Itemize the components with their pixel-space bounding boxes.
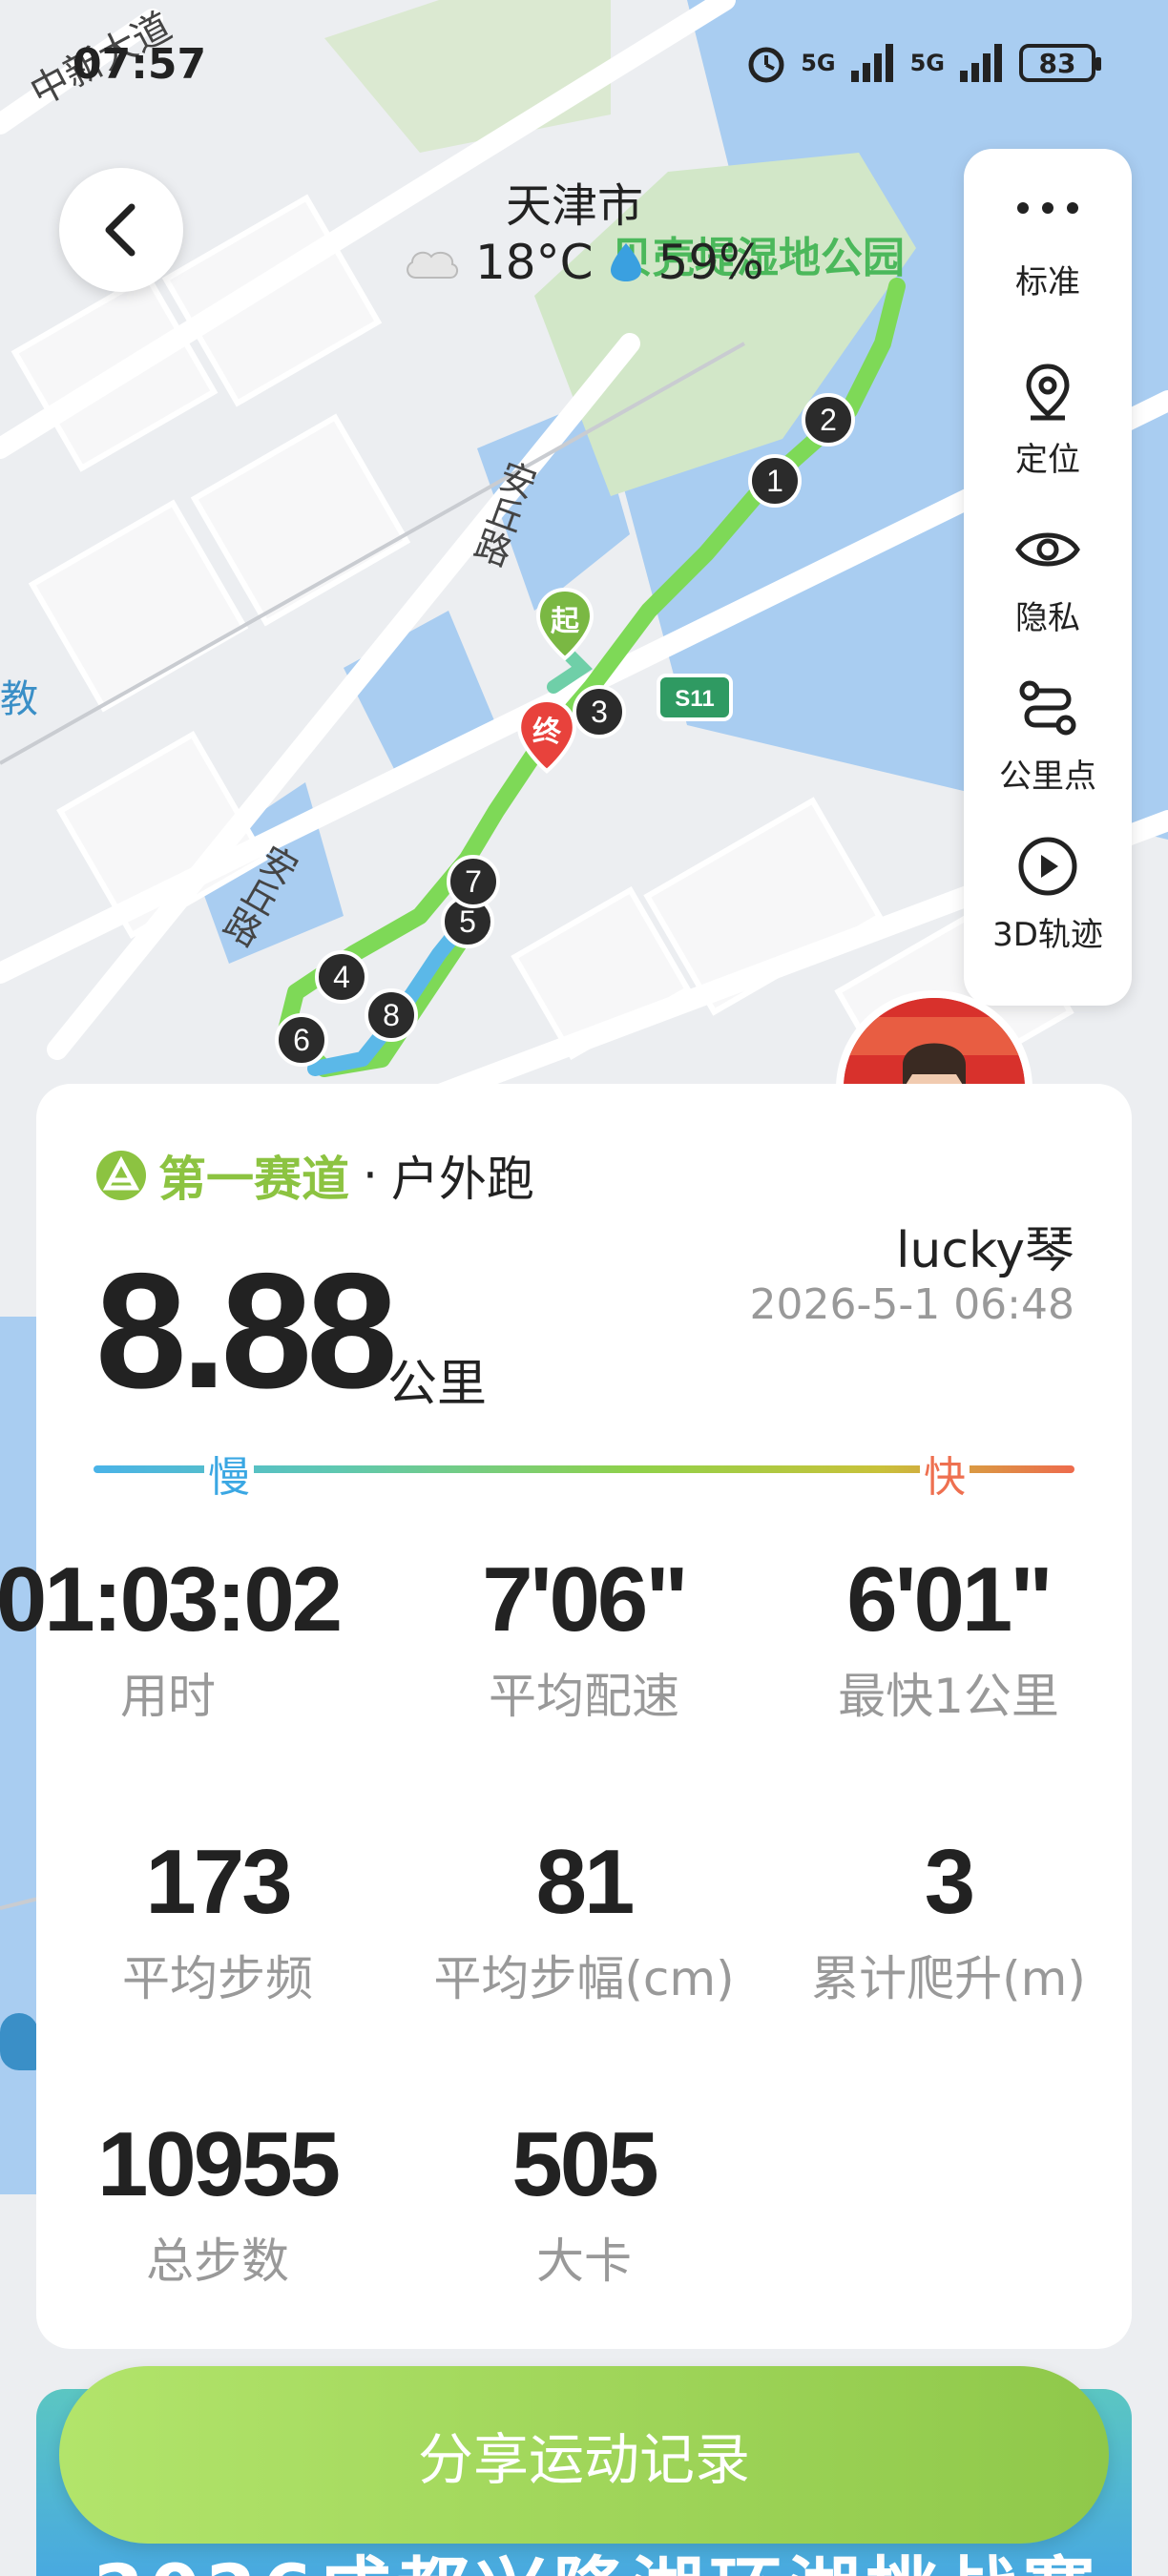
- locate-button[interactable]: 定位: [964, 361, 1132, 480]
- map-style-button[interactable]: 标准: [964, 197, 1132, 302]
- stat-label: 平均步频: [122, 1951, 313, 2006]
- end-marker-label: 终: [532, 716, 561, 749]
- stat-fastest-km: 6'01" 最快1公里: [767, 1548, 1130, 1727]
- signal-bars-icon: [850, 44, 893, 82]
- stat-value: 10955: [97, 2113, 341, 2215]
- km-marker-label: 8: [383, 997, 400, 1032]
- fast-label: 快: [920, 1443, 970, 1504]
- slow-label: 慢: [204, 1443, 254, 1504]
- km-points-label: 公里点: [999, 758, 1096, 796]
- location-pin-icon: [1026, 364, 1070, 421]
- start-marker-label: 起: [551, 605, 579, 638]
- temperature: 18°C: [475, 235, 594, 290]
- edge-label: 教: [0, 677, 38, 721]
- stat-calories: 505 大卡: [403, 2112, 765, 2292]
- brand-name: 第一赛道: [158, 1152, 349, 1207]
- privacy-button[interactable]: 隐私: [964, 519, 1132, 638]
- stat-elevation: 3 累计爬升(m): [767, 1830, 1130, 2009]
- activity-datetime: 2026-5-1 06:48: [749, 1280, 1074, 1329]
- stat-label: 最快1公里: [838, 1669, 1059, 1724]
- humidity: 59%: [657, 235, 764, 290]
- stat-label: 用时: [120, 1669, 216, 1724]
- signal-bars-icon: [960, 44, 1002, 82]
- stat-value: 81: [535, 1831, 636, 1933]
- km-marker[interactable]: 4: [315, 950, 368, 1004]
- km-marker[interactable]: 3: [573, 685, 626, 738]
- stat-value: 505: [511, 2113, 658, 2215]
- eye-icon: [1015, 532, 1080, 567]
- km-marker-label: 4: [333, 959, 350, 994]
- privacy-label: 隐私: [1015, 599, 1080, 637]
- stat-value: 01:03:02: [0, 1548, 343, 1651]
- 3d-track-label: 3D轨迹: [992, 916, 1103, 954]
- end-marker[interactable]: 终: [515, 695, 578, 777]
- km-marker[interactable]: 1: [748, 454, 802, 508]
- play-icon: [1018, 837, 1077, 896]
- stat-value: 6'01": [846, 1548, 1053, 1651]
- km-marker-label: 3: [591, 694, 608, 729]
- km-points-button[interactable]: 公里点: [964, 677, 1132, 797]
- km-marker-label: 2: [820, 402, 837, 437]
- stat-value: 173: [145, 1831, 292, 1933]
- chevron-left-icon: [105, 203, 136, 257]
- status-bar: 07:57 5G 5G 83: [0, 0, 1168, 134]
- stat-label: 平均步幅(cm): [433, 1951, 735, 2006]
- distance-value: 8.88: [95, 1239, 398, 1423]
- stat-steps: 10955 总步数: [36, 2112, 399, 2292]
- stat-value: 3: [924, 1831, 975, 1933]
- stat-label: 累计爬升(m): [811, 1951, 1086, 2006]
- stat-label: 总步数: [146, 2233, 289, 2289]
- stat-value: 7'06": [482, 1548, 689, 1651]
- weather-info: 18°C 59%: [401, 235, 764, 290]
- km-marker[interactable]: 8: [365, 988, 418, 1042]
- status-time: 07:57: [73, 40, 207, 89]
- km-marker-label: 5: [459, 904, 476, 939]
- km-marker[interactable]: 7: [447, 855, 500, 908]
- signal-label: 5G: [909, 50, 945, 76]
- humidity-drop-icon: [610, 243, 641, 281]
- back-button[interactable]: [59, 168, 183, 292]
- km-marker[interactable]: 6: [275, 1013, 328, 1067]
- route-icon: [1019, 680, 1076, 736]
- separator: ·: [363, 1148, 378, 1203]
- road-badge-s11: S11: [675, 686, 714, 712]
- status-icons: 5G 5G 83: [745, 42, 1101, 84]
- 3d-track-button[interactable]: 3D轨迹: [964, 836, 1132, 955]
- anchor-icon: [0, 2013, 38, 2070]
- stat-stride: 81 平均步幅(cm): [403, 1830, 765, 2009]
- battery-indicator: 83: [1019, 44, 1101, 82]
- map-style-label: 标准: [1015, 263, 1080, 301]
- brand-logo-icon: [96, 1151, 146, 1200]
- locate-label: 定位: [1015, 441, 1080, 479]
- stat-duration: 01:03:02 用时: [0, 1548, 349, 1727]
- stat-cadence: 173 平均步频: [36, 1830, 399, 2009]
- km-marker-label: 7: [465, 863, 482, 899]
- km-marker-label: 6: [293, 1022, 310, 1057]
- start-marker[interactable]: 起: [534, 586, 595, 662]
- distance-unit: 公里: [387, 1356, 488, 1413]
- km-marker-label: 1: [766, 463, 783, 498]
- stat-label: 大卡: [536, 2233, 632, 2289]
- signal-label: 5G: [801, 50, 836, 76]
- more-icon: [1017, 202, 1078, 214]
- km-marker[interactable]: 2: [802, 393, 855, 447]
- workout-summary-card: 第一赛道 · 户外跑 lucky琴 2026-5-1 06:48 8.88 公里…: [0, 1084, 1132, 2349]
- username: lucky琴: [895, 1222, 1074, 1279]
- share-button[interactable]: 分享运动记录: [59, 2366, 1109, 2544]
- map-tools-panel: 标准 定位 隐私 公里点 3D轨迹: [964, 149, 1132, 1006]
- brand-header: 第一赛道 · 户外跑: [94, 1141, 534, 1210]
- stat-label: 平均配速: [489, 1669, 679, 1724]
- activity-type: 户外跑: [390, 1152, 534, 1207]
- cloud-icon: [407, 251, 458, 279]
- alarm-icon: [748, 47, 784, 83]
- stat-avg-pace: 7'06" 平均配速: [403, 1548, 765, 1727]
